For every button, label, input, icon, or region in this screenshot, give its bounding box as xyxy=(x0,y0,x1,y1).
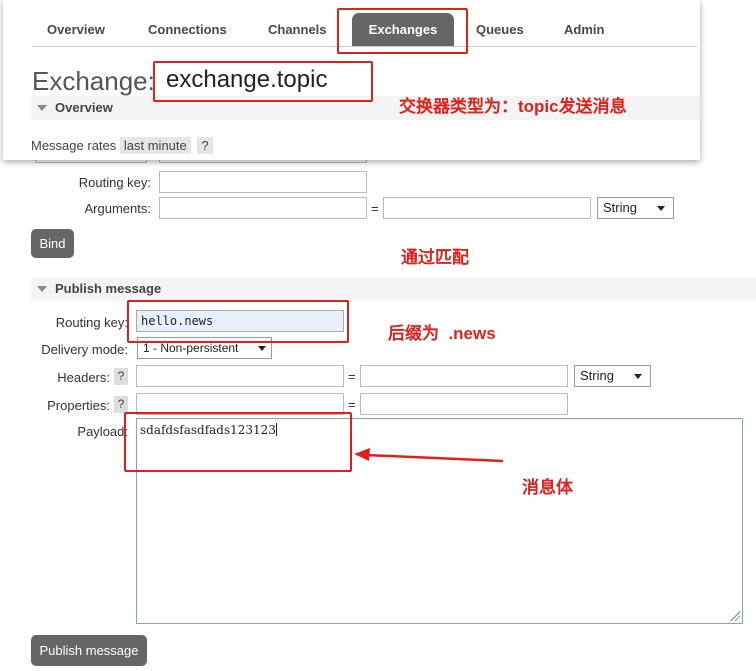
payload-label: Payload: xyxy=(77,424,128,439)
annotation-body: 消息体 xyxy=(522,478,573,497)
headers-type-value: String xyxy=(580,368,614,383)
collapse-triangle-icon xyxy=(37,286,47,293)
annotation-exchange-type: 交换器类型为：topic发送消息 xyxy=(399,97,627,116)
tab-queues[interactable]: Queues xyxy=(476,22,524,37)
bind-argument-type-select[interactable]: String xyxy=(597,197,674,219)
properties-equals-sign: = xyxy=(348,397,356,412)
rates-help-button[interactable]: ? xyxy=(197,137,213,154)
headers-label: Headers: xyxy=(57,370,110,385)
publish-section-header[interactable]: Publish message xyxy=(31,277,756,301)
message-rates-label: Message rates xyxy=(31,138,117,153)
bind-argument-value-input[interactable] xyxy=(383,197,591,219)
tab-connections[interactable]: Connections xyxy=(148,22,227,37)
overview-section-title: Overview xyxy=(55,100,113,115)
message-rates-row: Message rates last minute ? xyxy=(31,137,213,154)
publish-routing-key-label: Routing key: xyxy=(55,315,128,330)
page-title: Exchange: xyxy=(32,66,155,96)
tab-channels[interactable]: Channels xyxy=(268,22,327,37)
headers-key-input[interactable] xyxy=(136,365,344,387)
annotation-box-payload xyxy=(124,412,352,472)
resize-grip-icon[interactable] xyxy=(730,611,740,621)
bind-arguments-label: Arguments: xyxy=(84,201,151,216)
annotation-box-exchanges-tab xyxy=(337,8,468,54)
chevron-down-icon xyxy=(258,346,266,351)
bind-argument-key-input[interactable] xyxy=(159,197,367,219)
annotation-box-exchange-name xyxy=(153,61,373,102)
tab-overview[interactable]: Overview xyxy=(47,22,105,37)
bind-routing-key-label: Routing key: xyxy=(78,175,151,190)
properties-label: Properties: xyxy=(47,398,110,413)
properties-value-input[interactable] xyxy=(360,393,568,415)
bind-equals-sign: = xyxy=(371,201,379,216)
headers-help-button[interactable]: ? xyxy=(114,368,128,385)
headers-equals-sign: = xyxy=(348,369,356,384)
properties-help-button[interactable]: ? xyxy=(114,396,128,413)
annotation-suffix: 后缀为 .news xyxy=(388,324,496,343)
delivery-mode-value: 1 - Non-persistent xyxy=(143,341,239,355)
publish-section-title: Publish message xyxy=(55,281,162,296)
bind-argument-type-value: String xyxy=(603,200,637,215)
chevron-down-icon xyxy=(634,374,642,379)
publish-message-button[interactable]: Publish message xyxy=(31,635,147,666)
rates-range-selector[interactable]: last minute xyxy=(119,137,191,154)
headers-type-select[interactable]: String xyxy=(574,365,651,387)
annotation-arrow xyxy=(354,448,504,463)
bind-button[interactable]: Bind xyxy=(31,229,74,258)
chevron-down-icon xyxy=(657,206,665,211)
collapse-triangle-icon xyxy=(37,105,47,112)
delivery-mode-label: Delivery mode: xyxy=(41,342,128,357)
headers-value-input[interactable] xyxy=(360,365,568,387)
annotation-match: 通过匹配 xyxy=(401,248,469,267)
bind-routing-key-input[interactable] xyxy=(159,171,367,193)
annotation-box-routing-key xyxy=(127,300,349,343)
tab-admin[interactable]: Admin xyxy=(564,22,604,37)
